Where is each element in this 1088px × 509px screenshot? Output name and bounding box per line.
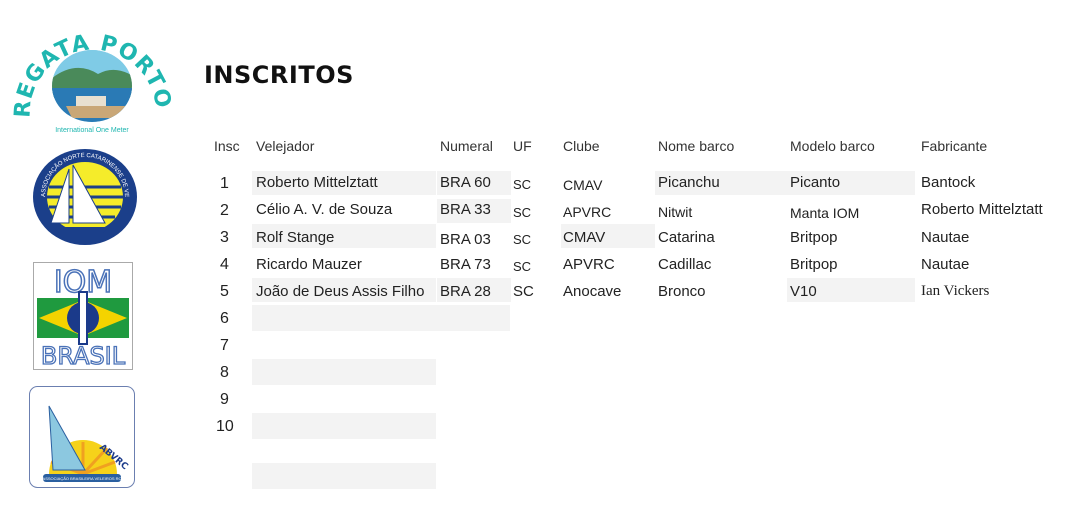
row-number: 2 — [220, 202, 229, 219]
cell-clube: APVRC — [563, 256, 615, 273]
iom-logo-bottom-text: BRASIL — [41, 342, 126, 370]
row-number: 10 — [216, 418, 234, 435]
cell-fabricante: Nautae — [921, 256, 970, 273]
cell-modelo-barco: Picanto — [790, 174, 841, 191]
cell-shade — [252, 463, 436, 489]
cell-numeral: BRA 28 — [440, 283, 491, 300]
row-number: 1 — [220, 175, 229, 192]
row-number: 7 — [220, 337, 229, 354]
header-insc: Insc — [214, 138, 240, 154]
cell-clube: CMAV — [563, 177, 603, 193]
row-number: 4 — [220, 256, 229, 273]
cell-nome-barco: Cadillac — [658, 256, 712, 273]
cell-velejador: Rolf Stange — [256, 229, 335, 246]
cell-nome-barco: Bronco — [658, 283, 706, 300]
cell-modelo-barco: V10 — [790, 283, 817, 300]
cell-velejador: João de Deus Assis Filho — [256, 283, 425, 300]
regata-porto-belo-logo: REGATA PORTO BELO International One Mete… — [0, 0, 174, 136]
cell-velejador: Ricardo Mauzer — [256, 256, 362, 273]
cell-modelo-barco: Britpop — [790, 256, 838, 273]
cell-nome-barco: Catarina — [658, 229, 715, 246]
iom-brasil-logo: IOM BRASIL — [33, 262, 133, 371]
regata-logo-subtext: International One Meter — [55, 127, 129, 134]
cell-clube: APVRC — [563, 204, 612, 220]
row-number: 9 — [220, 391, 229, 408]
header-clube: Clube — [563, 138, 600, 154]
header-uf: UF — [513, 138, 532, 154]
cell-numeral: BRA 33 — [440, 201, 491, 218]
cell-uf: SC — [513, 259, 532, 274]
row-number: 5 — [220, 283, 229, 300]
cell-fabricante: Roberto Mittelztatt — [921, 201, 1043, 218]
header-modelo-barco: Modelo barco — [790, 138, 875, 154]
cell-clube: Anocave — [563, 283, 622, 300]
cell-shade — [252, 413, 436, 439]
cell-velejador: Roberto Mittelztatt — [256, 174, 378, 191]
cell-uf: SC — [513, 177, 532, 192]
cell-fabricante: Bantock — [921, 174, 976, 191]
cell-fabricante: Ian Vickers — [921, 283, 990, 299]
header-fabricante: Fabricante — [921, 138, 988, 154]
cell-uf: SC — [513, 283, 534, 300]
cell-clube: CMAV — [563, 229, 606, 246]
header-numeral: Numeral — [440, 138, 493, 154]
cell-numeral: BRA 60 — [440, 174, 491, 191]
row-number: 8 — [220, 364, 229, 381]
header-nome-barco: Nome barco — [658, 138, 735, 154]
cell-nome-barco: Nitwit — [658, 204, 693, 220]
cell-velejador: Célio A. V. de Souza — [256, 201, 393, 218]
row-number: 6 — [220, 310, 229, 327]
abvrc-logo-subtext: ASSOCIAÇÃO BRASILEIRA VELEIROS RC — [43, 476, 122, 481]
row-number: 3 — [220, 229, 229, 246]
anc-club-logo: ASSOCIAÇÃO NORTE CATARINENSE DE VELEIROS… — [29, 143, 139, 247]
cell-nome-barco: Picanchu — [658, 174, 720, 191]
cell-fabricante: Nautae — [921, 229, 970, 246]
abvrc-logo: ABVRC ASSOCIAÇÃO BRASILEIRA VELEIROS RC — [29, 386, 135, 488]
cell-numeral: BRA 73 — [440, 256, 491, 273]
cell-modelo-barco: Britpop — [790, 229, 838, 246]
cell-modelo-barco: Manta IOM — [790, 205, 860, 221]
page-title: INSCRITOS — [204, 61, 354, 89]
cell-uf: SC — [513, 205, 532, 220]
cell-shade — [252, 305, 510, 331]
cell-uf: SC — [513, 232, 532, 247]
cell-shade — [252, 359, 436, 385]
cell-numeral: BRA 03 — [440, 231, 491, 248]
header-velejador: Velejador — [256, 138, 315, 154]
